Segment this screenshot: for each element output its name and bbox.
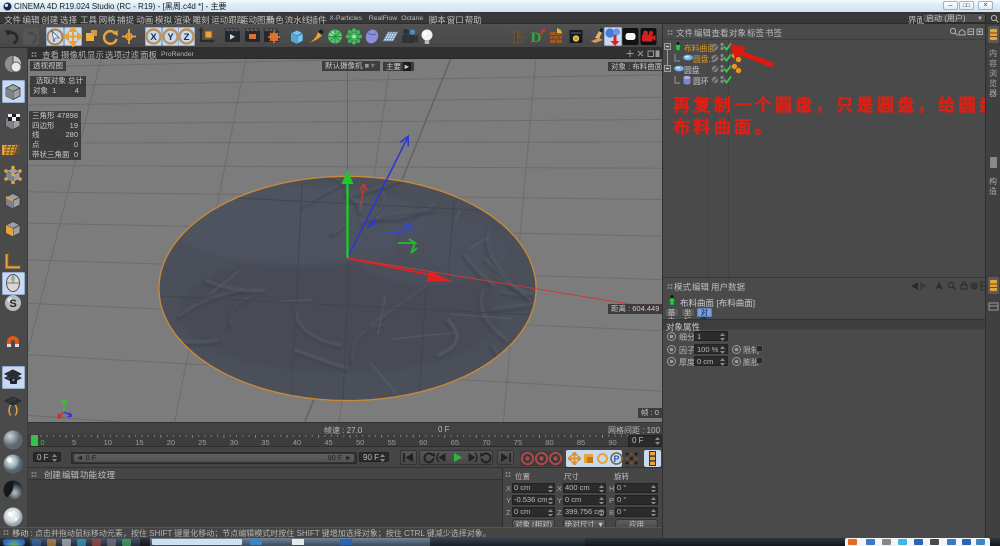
svg-text:B: B (513, 28, 524, 47)
svg-text:( ): ( ) (8, 404, 19, 416)
svg-text:Z: Z (184, 32, 190, 43)
svg-text:Y: Y (167, 32, 174, 43)
svg-text:S: S (9, 298, 16, 310)
svg-text:P: P (613, 454, 619, 464)
svg-text:D: D (531, 30, 542, 46)
svg-text:X: X (150, 32, 157, 43)
